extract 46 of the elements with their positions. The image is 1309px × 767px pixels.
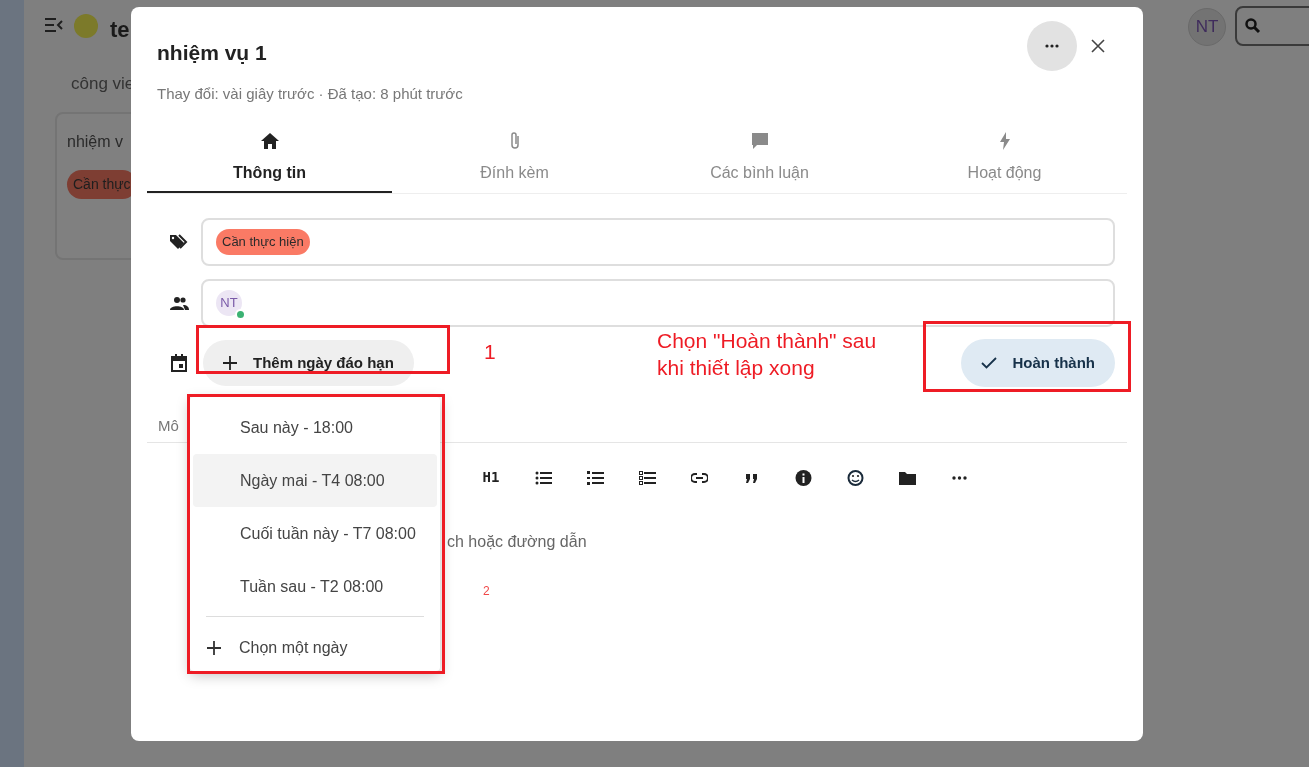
- tags-icon: [169, 234, 189, 250]
- tab[interactable]: Hoạt động: [882, 129, 1127, 193]
- menu-item[interactable]: Sau này - 18:00: [193, 401, 437, 454]
- assignee-avatar[interactable]: NT: [216, 290, 242, 316]
- dialog-title: nhiệm vụ 1: [157, 40, 268, 66]
- heading-button[interactable]: H1: [465, 467, 517, 488]
- numbered-list-icon[interactable]: [586, 469, 604, 486]
- close-icon[interactable]: [1091, 39, 1105, 53]
- description-label: Mô: [158, 416, 179, 436]
- menu-item[interactable]: Ngày mai - T4 08:00: [193, 454, 437, 507]
- tags-field[interactable]: Cần thực hiện: [201, 218, 1115, 266]
- smiley-icon[interactable]: [846, 469, 864, 486]
- description-field[interactable]: ch hoặc đường dẫn: [447, 529, 595, 554]
- folder-icon[interactable]: [898, 469, 916, 486]
- pick-date-item[interactable]: Chọn một ngày: [193, 621, 437, 675]
- board-title: te: [110, 16, 130, 44]
- info-icon[interactable]: [794, 469, 812, 486]
- add-due-date-button[interactable]: Thêm ngày đáo hạn: [203, 340, 414, 386]
- assignees-field[interactable]: NT: [201, 279, 1115, 327]
- task-meta: Thay đổi: vài giây trước · Đã tạo: 8 phút trước: [157, 83, 463, 104]
- plus-icon: [223, 356, 237, 370]
- card-title: nhiệm v: [67, 132, 125, 152]
- plus-icon: [207, 641, 221, 655]
- more-icon: [1045, 44, 1059, 48]
- menu-item[interactable]: Tuần sau - T2 08:00: [193, 560, 437, 613]
- home-icon: [260, 133, 279, 149]
- annotation-number: 1: [484, 339, 496, 365]
- calendar-icon: [171, 354, 187, 372]
- lightning-icon: [999, 132, 1010, 150]
- check-icon: [980, 357, 997, 369]
- tab[interactable]: Thông tin: [147, 129, 392, 193]
- menu-item[interactable]: Cuối tuần này - T7 08:00: [193, 507, 437, 560]
- people-icon: [169, 296, 189, 310]
- label-tag[interactable]: Cần thực hiện: [216, 229, 310, 255]
- done-button[interactable]: Hoàn thành: [960, 339, 1115, 387]
- tab[interactable]: Đính kèm: [392, 129, 637, 193]
- search-field[interactable]: [1235, 6, 1309, 46]
- tab[interactable]: Các bình luận: [637, 129, 882, 193]
- menu-collapse-icon[interactable]: [45, 18, 63, 32]
- annotation-note: Chọn "Hoàn thành" sau khi thiết lập xong: [657, 328, 878, 381]
- checklist-icon[interactable]: [638, 469, 656, 486]
- annotation-number: 2: [483, 582, 491, 600]
- search-icon: [1245, 18, 1261, 34]
- comment-icon: [750, 132, 769, 150]
- bulleted-list-icon[interactable]: [534, 469, 552, 486]
- paperclip-icon: [508, 131, 521, 151]
